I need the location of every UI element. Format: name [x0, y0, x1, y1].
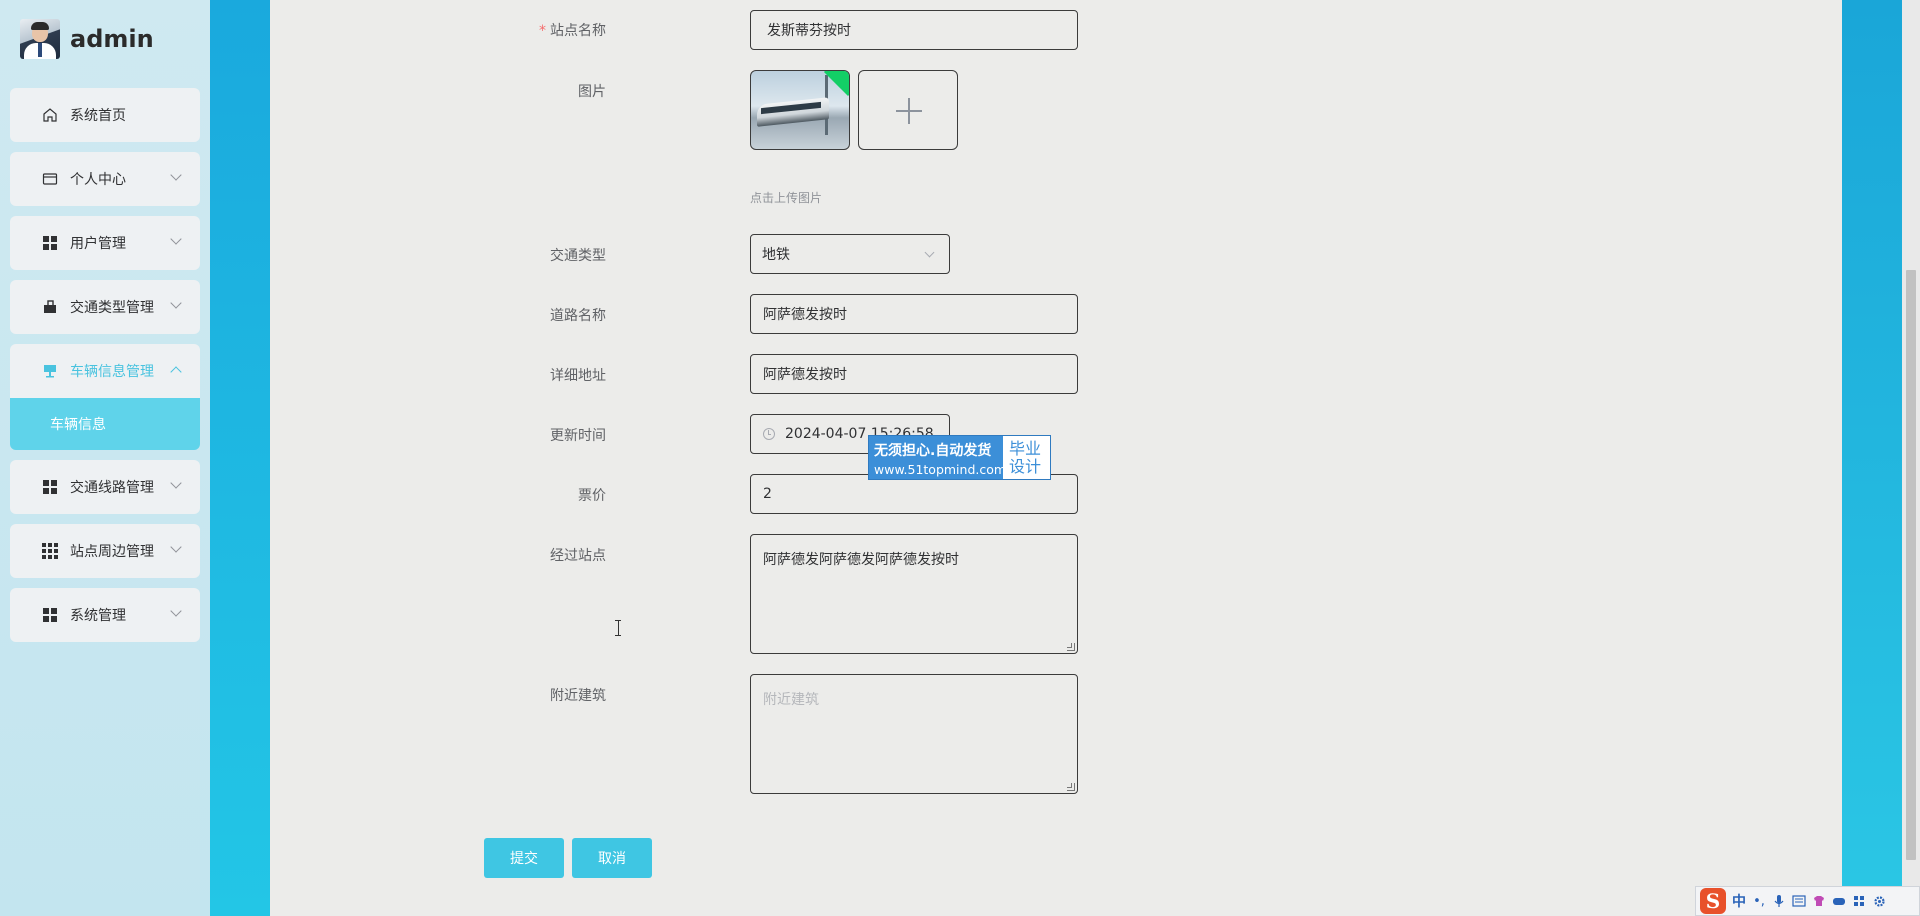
cancel-button[interactable]: 取消: [572, 838, 652, 878]
sidebar-item-label: 系统首页: [70, 108, 126, 124]
price-input[interactable]: 2: [750, 474, 1078, 514]
address-input[interactable]: 阿萨德发按时: [750, 354, 1078, 394]
sidebar-item-home[interactable]: 系统首页: [10, 88, 200, 142]
watermark-right-line2: 设计: [1009, 457, 1042, 476]
sidebar-item-label: 车辆信息管理: [70, 364, 154, 380]
chevron-down-icon: [170, 541, 182, 553]
buildings-textarea[interactable]: 附近建筑: [750, 674, 1078, 794]
sogou-logo-icon[interactable]: S: [1700, 888, 1726, 914]
watermark-line1: 无须担心.自动发货: [874, 443, 992, 459]
form-panel: * 站点名称 发斯蒂芬按时 图片 点击上传图片 交通类型 地铁 道路名称 阿萨德发…: [270, 0, 1842, 916]
grid-icon: [42, 479, 58, 495]
transport-type-label: 交通类型: [550, 248, 606, 264]
image-upload-button[interactable]: [858, 70, 958, 150]
briefcase-icon: [42, 299, 58, 315]
sidebar-item-vehicle-info[interactable]: 车辆信息管理: [10, 344, 200, 398]
sidebar-item-profile[interactable]: 个人中心: [10, 152, 200, 206]
skin-icon[interactable]: [1812, 894, 1826, 908]
uploaded-image-thumbnail[interactable]: [750, 70, 850, 150]
chevron-down-icon: [170, 477, 182, 489]
submit-button[interactable]: 提交: [484, 838, 564, 878]
clock-icon: [763, 428, 775, 440]
sidebar-item-label: 用户管理: [70, 236, 126, 252]
station-name-label: * 站点名称: [539, 23, 606, 39]
sidebar-item-label: 交通类型管理: [70, 300, 154, 316]
price-label: 票价: [578, 488, 606, 504]
brand: admin: [20, 18, 154, 60]
upload-hint: 点击上传图片: [750, 191, 823, 205]
chevron-up-icon: [170, 366, 182, 378]
wallet-icon: [42, 171, 58, 187]
ime-punctuation-toggle[interactable]: •,: [1752, 894, 1766, 909]
keyboard-icon[interactable]: [1792, 894, 1806, 908]
transport-type-select[interactable]: 地铁: [750, 234, 950, 274]
chevron-down-icon: [924, 247, 935, 258]
page-scrollbar[interactable]: [1902, 0, 1920, 916]
username: admin: [70, 25, 154, 53]
chevron-down-icon: [170, 297, 182, 309]
chevron-down-icon: [170, 233, 182, 245]
address-label: 详细地址: [550, 368, 606, 384]
sidebar-item-transport-types[interactable]: 交通类型管理: [10, 280, 200, 334]
game-icon[interactable]: [1832, 894, 1846, 908]
stations-label: 经过站点: [550, 548, 606, 564]
image-label: 图片: [578, 84, 606, 100]
buildings-label: 附近建筑: [550, 688, 606, 704]
home-icon: [42, 107, 58, 123]
watermark-right-line1: 毕业: [1009, 439, 1042, 458]
resize-handle[interactable]: [1067, 783, 1075, 791]
resize-handle[interactable]: [1067, 643, 1075, 651]
sidebar-item-routes[interactable]: 交通线路管理: [10, 460, 200, 514]
sidebar-item-label: 系统管理: [70, 608, 126, 624]
sidebar-menu: 系统首页 个人中心 用户管理 交通类型管理 车辆信息管理 车辆信息 交通线路管理…: [10, 88, 200, 652]
ime-mode-toggle[interactable]: 中: [1732, 891, 1746, 911]
ime-toolbar: S 中 •,: [1695, 886, 1920, 916]
sidebar-item-station-surroundings[interactable]: 站点周边管理: [10, 524, 200, 578]
settings-gear-icon[interactable]: [1872, 894, 1886, 908]
scrollbar-thumb[interactable]: [1906, 270, 1916, 860]
station-name-input[interactable]: 发斯蒂芬按时: [750, 10, 1078, 50]
road-name-input[interactable]: 阿萨德发按时: [750, 294, 1078, 334]
sidebar-subitem-vehicle-info[interactable]: 车辆信息: [10, 398, 200, 450]
microphone-icon[interactable]: [1772, 894, 1786, 908]
sidebar-item-label: 交通线路管理: [70, 480, 154, 496]
stations-textarea[interactable]: 阿萨德发阿萨德发阿萨德发按时: [750, 534, 1078, 654]
stand-icon: [42, 363, 58, 379]
avatar[interactable]: [20, 19, 60, 59]
update-time-label: 更新时间: [550, 428, 606, 444]
sidebar-item-label: 个人中心: [70, 172, 126, 188]
toolbox-icon[interactable]: [1852, 894, 1866, 908]
decorative-band-left: [210, 0, 270, 916]
road-name-label: 道路名称: [550, 308, 606, 324]
sidebar-item-system[interactable]: 系统管理: [10, 588, 200, 642]
watermark-badge: 无须担心.自动发货 www.51topmind.com 毕业 设计: [868, 435, 1051, 480]
chevron-down-icon: [170, 605, 182, 617]
text-cursor-icon: [615, 620, 621, 636]
sidebar-item-label: 站点周边管理: [70, 544, 154, 560]
grid-9-icon: [42, 543, 58, 559]
watermark-line2: www.51topmind.com: [874, 462, 1007, 477]
grid-icon: [42, 607, 58, 623]
sidebar-item-users[interactable]: 用户管理: [10, 216, 200, 270]
sidebar: admin 系统首页 个人中心 用户管理 交通类型管理 车辆信息管理 车辆信息 …: [0, 0, 210, 916]
grid-icon: [42, 235, 58, 251]
chevron-down-icon: [170, 169, 182, 181]
